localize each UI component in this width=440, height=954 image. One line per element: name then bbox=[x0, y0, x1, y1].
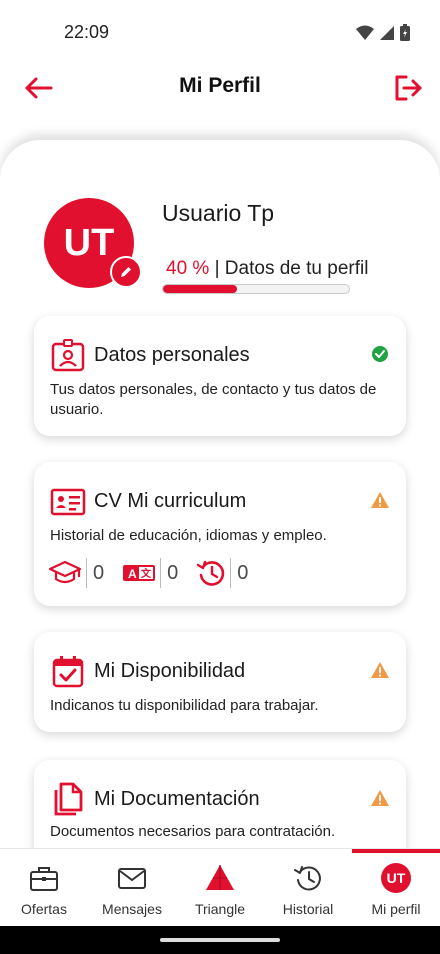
card-description: Tus datos personales, de contacto y tus … bbox=[50, 381, 377, 418]
id-badge-icon bbox=[51, 339, 85, 372]
profile-progress-fill bbox=[163, 285, 238, 293]
svg-text:文: 文 bbox=[141, 567, 152, 580]
system-navigation-bar bbox=[0, 926, 440, 954]
logout-icon bbox=[395, 75, 422, 101]
card-title: Datos personales bbox=[94, 344, 250, 366]
nav-mensajes[interactable]: Mensajes bbox=[88, 849, 176, 927]
history-count: 0 bbox=[196, 558, 266, 588]
calendar-check-icon bbox=[52, 656, 84, 688]
user-name: Usuario Tp bbox=[162, 200, 275, 226]
card-title: Mi Disponibilidad bbox=[94, 660, 246, 682]
warning-icon bbox=[371, 492, 389, 508]
languages-count: A文 0 bbox=[122, 558, 196, 588]
status-time: 22:09 bbox=[64, 22, 110, 42]
status-bar: 22:09 bbox=[0, 0, 440, 66]
cv-counts: 0 A文 0 0 bbox=[48, 558, 266, 588]
svg-text:A: A bbox=[128, 567, 137, 581]
bottom-navigation: Ofertas Mensajes Triangle Historial UT M… bbox=[0, 848, 440, 927]
profile-progress-bar bbox=[162, 284, 350, 294]
home-indicator[interactable] bbox=[160, 938, 280, 942]
nav-historial[interactable]: Historial bbox=[264, 849, 352, 927]
education-count: 0 bbox=[48, 558, 122, 588]
progress-percent: 40 % bbox=[166, 258, 210, 279]
card-cv[interactable]: CV Mi curriculum Historial de educación,… bbox=[34, 462, 406, 606]
triangle-logo-icon bbox=[206, 865, 234, 890]
card-availability[interactable]: Mi Disponibilidad Indicanos tu disponibi… bbox=[34, 632, 406, 732]
nav-label: Triangle bbox=[194, 901, 246, 917]
warning-icon bbox=[371, 662, 389, 678]
nav-triangle[interactable]: Triangle bbox=[176, 849, 264, 927]
card-documentation[interactable]: Mi Documentación Documentos necesarios p… bbox=[34, 760, 406, 848]
nav-label: Mi perfil bbox=[371, 901, 421, 917]
card-personal-data[interactable]: Datos personales Tus datos personales, d… bbox=[34, 316, 406, 436]
pencil-icon bbox=[121, 267, 131, 277]
progress-label: | Datos de tu perfil bbox=[214, 258, 369, 279]
card-description: Indicanos tu disponibilidad para trabaja… bbox=[50, 697, 319, 714]
wifi-icon bbox=[356, 25, 374, 40]
nav-mi-perfil[interactable]: UT Mi perfil bbox=[352, 849, 440, 927]
edit-avatar-button[interactable] bbox=[110, 256, 142, 288]
card-description: Historial de educación, idiomas y empleo… bbox=[50, 527, 327, 544]
divider bbox=[230, 558, 232, 588]
languages-count-value: 0 bbox=[167, 561, 179, 584]
nav-avatar-initials: UT bbox=[386, 870, 406, 886]
nav-label: Ofertas bbox=[21, 901, 67, 917]
translate-icon: A文 bbox=[123, 565, 156, 581]
history-icon bbox=[294, 866, 321, 891]
check-circle-icon bbox=[372, 346, 388, 362]
divider bbox=[160, 558, 162, 588]
card-description: Documentos necesarios para contratación. bbox=[50, 823, 336, 840]
card-title: Mi Documentación bbox=[94, 788, 260, 810]
education-count-value: 0 bbox=[93, 561, 105, 584]
battery-icon bbox=[400, 24, 410, 41]
history-count-value: 0 bbox=[237, 561, 249, 584]
logout-button[interactable] bbox=[390, 70, 426, 106]
divider bbox=[86, 558, 87, 588]
briefcase-icon bbox=[30, 867, 58, 891]
cv-card-icon bbox=[50, 488, 86, 516]
history-icon bbox=[197, 560, 225, 586]
profile-sheet: UT Usuario Tp 40 % | Datos de tu perfil … bbox=[0, 140, 440, 848]
page-title: Mi Perfil bbox=[179, 74, 261, 97]
graduation-cap-icon bbox=[48, 560, 82, 584]
system-icons bbox=[356, 24, 410, 41]
mail-icon bbox=[118, 868, 146, 889]
card-title: CV Mi curriculum bbox=[94, 490, 247, 512]
nav-label: Historial bbox=[282, 901, 334, 917]
documents-icon bbox=[54, 782, 83, 816]
warning-icon bbox=[371, 790, 389, 806]
nav-label: Mensajes bbox=[102, 901, 162, 917]
profile-progress-text: 40 % | Datos de tu perfil bbox=[166, 258, 368, 280]
app-bar: Mi Perfil bbox=[0, 66, 440, 136]
avatar-initials: UT bbox=[63, 221, 115, 264]
nav-ofertas[interactable]: Ofertas bbox=[0, 849, 88, 927]
profile-avatar-icon: UT bbox=[381, 863, 411, 893]
signal-icon bbox=[380, 25, 394, 40]
